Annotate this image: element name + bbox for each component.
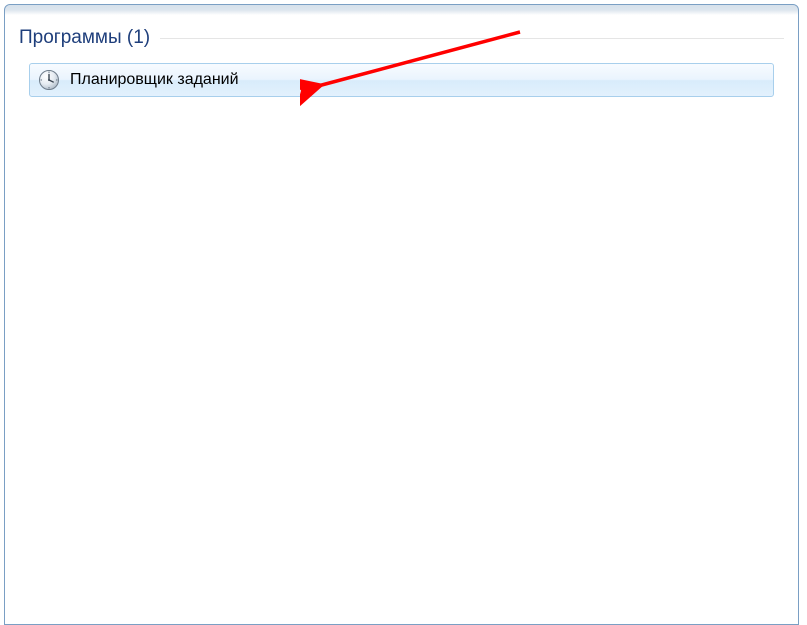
section-divider xyxy=(160,38,784,39)
results-list: Планировщик заданий xyxy=(19,63,784,97)
content-area: Программы (1) xyxy=(5,5,798,97)
window-top-edge xyxy=(5,5,798,15)
clock-icon xyxy=(38,69,60,91)
search-results-panel: Программы (1) xyxy=(4,4,799,625)
result-item-task-scheduler[interactable]: Планировщик заданий xyxy=(29,63,774,97)
section-title: Программы (1) xyxy=(19,27,160,49)
result-item-label: Планировщик заданий xyxy=(70,71,239,89)
section-header-programs: Программы (1) xyxy=(19,27,784,49)
